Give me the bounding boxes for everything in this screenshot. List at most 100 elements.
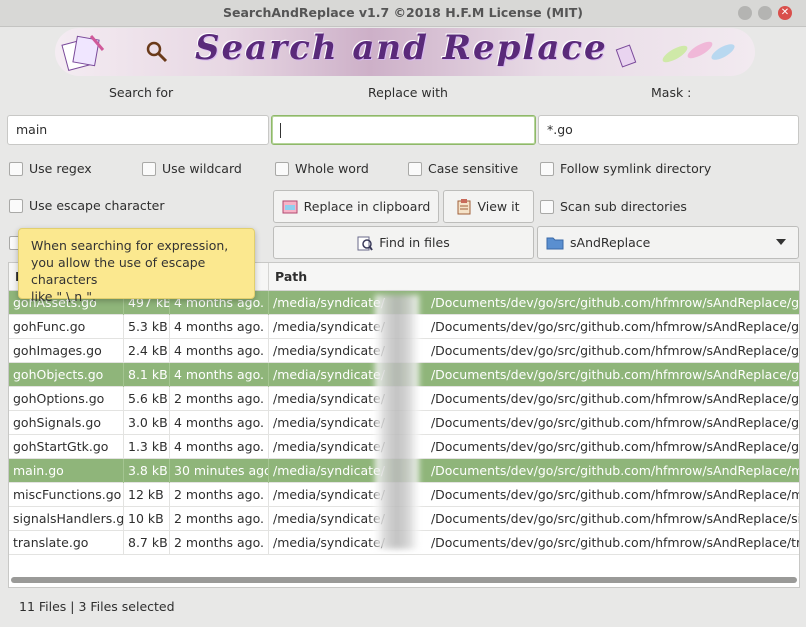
magnifier-icon [146, 41, 168, 63]
directory-combo-value: sAndReplace [570, 235, 651, 250]
replace-input[interactable] [271, 115, 536, 145]
path-suffix: /Documents/dev/go/src/github.com/hfmrow/… [430, 295, 799, 310]
banner-title: Search and Replace [195, 28, 608, 68]
cell-name: gohOptions.go [9, 387, 124, 411]
cell-size: 3.8 kB [124, 459, 170, 483]
path-prefix: /media/syndicate/ [273, 391, 385, 406]
search-for-label: Search for [109, 85, 174, 100]
results-table[interactable]: N Path gohAssets.go497 kB4 months ago./m… [8, 262, 800, 588]
path-suffix: /Documents/dev/go/src/github.com/hfmrow/… [430, 415, 799, 430]
horizontal-scrollbar[interactable] [11, 577, 797, 583]
replace-in-clipboard-button[interactable]: Replace in clipboard [273, 190, 439, 223]
cell-date: 30 minutes ago. [170, 459, 269, 483]
column-header-path[interactable]: Path [269, 263, 799, 290]
folder-icon [546, 237, 564, 249]
cell-name: main.go [9, 459, 124, 483]
title-bar: SearchAndReplace v1.7 ©2018 H.F.M Licens… [0, 0, 806, 27]
tooltip: When searching for expression, you allow… [18, 228, 255, 304]
cell-path: /media/syndicate/ /Documents/dev/go/src/g… [269, 531, 799, 555]
cell-size: 12 kB [124, 483, 170, 507]
path-suffix: /Documents/dev/go/src/github.com/hfmrow/… [430, 367, 799, 382]
tooltip-line-1: When searching for expression, [31, 238, 229, 253]
cell-size: 10 kB [124, 507, 170, 531]
checkbox-box[interactable] [540, 161, 554, 176]
tooltip-line-2: you allow the use of escape characters [31, 255, 206, 287]
whole-word-checkbox[interactable]: Whole word [275, 161, 369, 176]
cell-size: 5.6 kB [124, 387, 170, 411]
cell-path: /media/syndicate/ /Documents/dev/go/src/g… [269, 435, 799, 459]
find-files-icon [357, 236, 374, 251]
mask-label: Mask : [651, 85, 692, 100]
window-title: SearchAndReplace v1.7 ©2018 H.F.M Licens… [222, 5, 583, 20]
cell-date: 4 months ago. [170, 339, 269, 363]
path-prefix: /media/syndicate/ [273, 463, 385, 478]
use-regex-checkbox[interactable]: Use regex [9, 161, 92, 176]
cell-path: /media/syndicate/ /Documents/dev/go/src/g… [269, 483, 799, 507]
chevron-down-icon[interactable] [776, 239, 786, 245]
path-suffix: /Documents/dev/go/src/github.com/hfmrow/… [430, 391, 799, 406]
cell-size: 5.3 kB [124, 315, 170, 339]
text-cursor [280, 123, 281, 138]
use-wildcard-label: Use wildcard [162, 161, 242, 176]
bookmark-icon [615, 44, 637, 68]
tooltip-line-3: like " \ n ". [31, 289, 96, 304]
scan-sub-label: Scan sub directories [560, 199, 687, 214]
mask-input[interactable]: *.go [538, 115, 799, 145]
cell-size: 8.7 kB [124, 531, 170, 555]
cell-size: 1.3 kB [124, 435, 170, 459]
cell-name: signalsHandlers.go [9, 507, 124, 531]
use-wildcard-checkbox[interactable]: Use wildcard [142, 161, 242, 176]
status-bar-text: 11 Files | 3 Files selected [19, 599, 175, 614]
minimize-button[interactable] [738, 6, 752, 20]
find-in-files-label: Find in files [379, 235, 450, 250]
clipboard-icon [282, 200, 298, 213]
feathers-icon [662, 41, 735, 63]
cell-path: /media/syndicate/ /Documents/dev/go/src/g… [269, 363, 799, 387]
checkbox-box[interactable] [9, 161, 23, 176]
view-it-button[interactable]: View it [443, 190, 534, 223]
maximize-button[interactable] [758, 6, 772, 20]
path-suffix: /Documents/dev/go/src/github.com/hfmrow/… [430, 463, 799, 478]
follow-symlink-checkbox[interactable]: Follow symlink directory [540, 161, 711, 176]
view-it-label: View it [477, 199, 520, 214]
path-suffix: /Documents/dev/go/src/github.com/hfmrow/… [430, 487, 799, 502]
cell-size: 8.1 kB [124, 363, 170, 387]
find-in-files-button[interactable]: Find in files [273, 226, 534, 259]
path-prefix: /media/syndicate/ [273, 295, 385, 310]
checkbox-box[interactable] [142, 161, 156, 176]
path-prefix: /media/syndicate/ [273, 367, 385, 382]
cell-name: gohStartGtk.go [9, 435, 124, 459]
path-suffix: /Documents/dev/go/src/github.com/hfmrow/… [430, 511, 799, 526]
checkbox-box[interactable] [540, 199, 554, 214]
checkbox-box[interactable] [275, 161, 289, 176]
cell-date: 2 months ago. [170, 507, 269, 531]
checkbox-box[interactable] [408, 161, 422, 176]
cell-size: 2.4 kB [124, 339, 170, 363]
case-sensitive-checkbox[interactable]: Case sensitive [408, 161, 518, 176]
path-suffix: /Documents/dev/go/src/github.com/hfmrow/… [430, 439, 799, 454]
replace-in-clipboard-label: Replace in clipboard [303, 199, 431, 214]
cell-name: gohObjects.go [9, 363, 124, 387]
directory-combo[interactable]: sAndReplace [537, 226, 799, 259]
cell-date: 2 months ago. [170, 387, 269, 411]
checkbox-box[interactable] [9, 198, 23, 213]
path-suffix: /Documents/dev/go/src/github.com/hfmrow/… [430, 343, 799, 358]
search-input[interactable]: main [7, 115, 269, 145]
path-prefix: /media/syndicate/ [273, 511, 385, 526]
path-prefix: /media/syndicate/ [273, 439, 385, 454]
path-prefix: /media/syndicate/ [273, 343, 385, 358]
close-button[interactable]: ✕ [778, 6, 792, 20]
path-prefix: /media/syndicate/ [273, 487, 385, 502]
redacted-path-segment [375, 295, 419, 549]
follow-symlink-label: Follow symlink directory [560, 161, 712, 176]
cell-path: /media/syndicate/ /Documents/dev/go/src/g… [269, 507, 799, 531]
cell-date: 4 months ago. [170, 411, 269, 435]
use-escape-checkbox[interactable]: Use escape character [9, 198, 165, 213]
notepad-icon [457, 198, 471, 214]
cell-path: /media/syndicate/ /Documents/dev/go/src/g… [269, 411, 799, 435]
scan-sub-checkbox[interactable]: Scan sub directories [540, 199, 687, 214]
use-escape-label: Use escape character [29, 198, 165, 213]
path-suffix: /Documents/dev/go/src/github.com/hfmrow/… [430, 319, 799, 334]
cell-date: 2 months ago. [170, 531, 269, 555]
cell-path: /media/syndicate/ /Documents/dev/go/src/g… [269, 291, 799, 315]
